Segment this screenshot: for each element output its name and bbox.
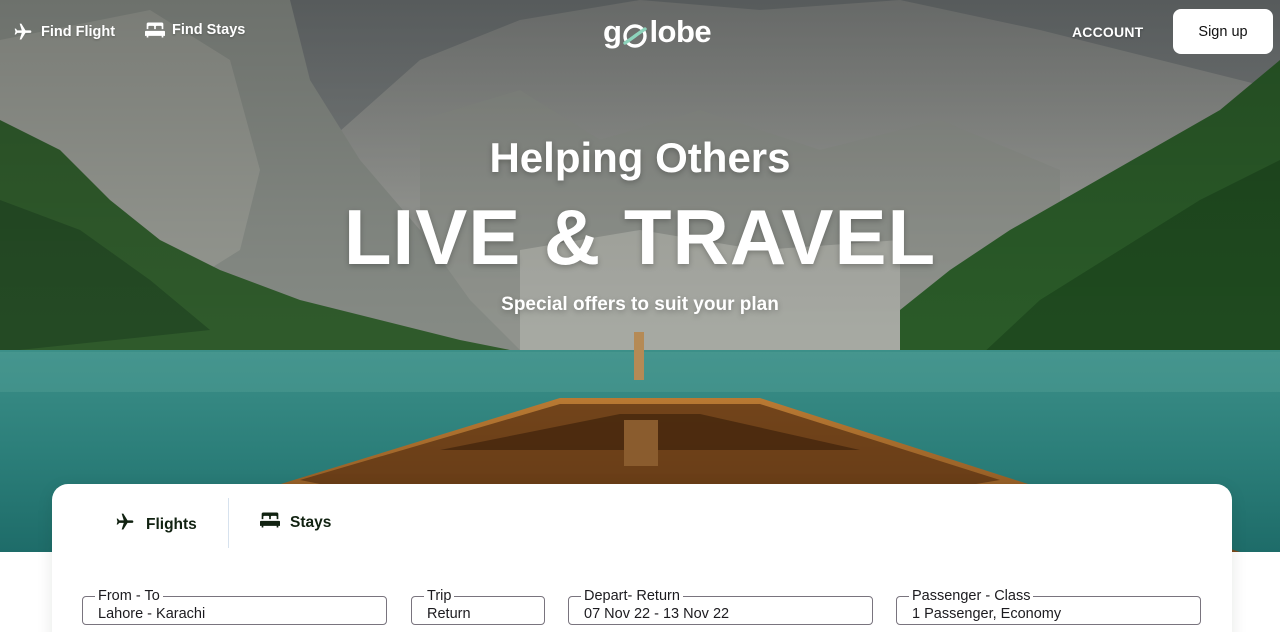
passenger-class-field[interactable]: Passenger - Class 1 Passenger, Economy [896, 587, 1201, 625]
from-to-field[interactable]: From - To Lahore - Karachi [82, 587, 387, 625]
airplane-icon [12, 22, 34, 42]
tab-stays-label: Stays [290, 513, 332, 531]
logo-text-right: lobe [649, 14, 712, 49]
account-link[interactable]: ACCOUNT [1072, 24, 1143, 40]
logo-text-left: g [603, 14, 622, 49]
golobe-logo[interactable]: g lobe [603, 12, 712, 52]
passenger-class-value: 1 Passenger, Economy [912, 606, 1062, 622]
tab-divider [228, 498, 229, 548]
bed-icon [260, 512, 280, 533]
nav-find-stays[interactable]: Find Stays [145, 22, 245, 38]
search-card: Flights Stays From - To Lahore - Karachi… [52, 484, 1232, 632]
from-to-value: Lahore - Karachi [98, 606, 206, 622]
passenger-class-label: Passenger - Class [909, 587, 1034, 605]
depart-return-field[interactable]: Depart- Return 07 Nov 22 - 13 Nov 22 [568, 587, 873, 625]
trip-label: Trip [424, 587, 455, 605]
hero-tagline: Special offers to suit your plan [501, 294, 779, 315]
bed-icon [145, 22, 165, 38]
depart-return-value: 07 Nov 22 - 13 Nov 22 [584, 606, 730, 622]
tab-flights[interactable]: Flights [114, 512, 197, 537]
hero-title: LIVE & TRAVEL [343, 193, 937, 281]
tab-stays[interactable]: Stays [260, 512, 331, 533]
globe-plane-icon [622, 21, 648, 48]
trip-field[interactable]: Trip Return [411, 587, 545, 625]
from-to-label: From - To [95, 587, 163, 605]
tab-flights-label: Flights [146, 515, 197, 533]
depart-return-label: Depart- Return [581, 587, 683, 605]
hero-subtitle: Helping Others [489, 134, 791, 181]
nav-find-flight[interactable]: Find Flight [12, 22, 115, 42]
signup-button[interactable]: Sign up [1173, 9, 1273, 54]
nav-find-stays-label: Find Stays [172, 22, 246, 38]
airplane-icon [114, 512, 136, 537]
nav-find-flight-label: Find Flight [41, 24, 116, 40]
trip-value: Return [427, 606, 471, 622]
